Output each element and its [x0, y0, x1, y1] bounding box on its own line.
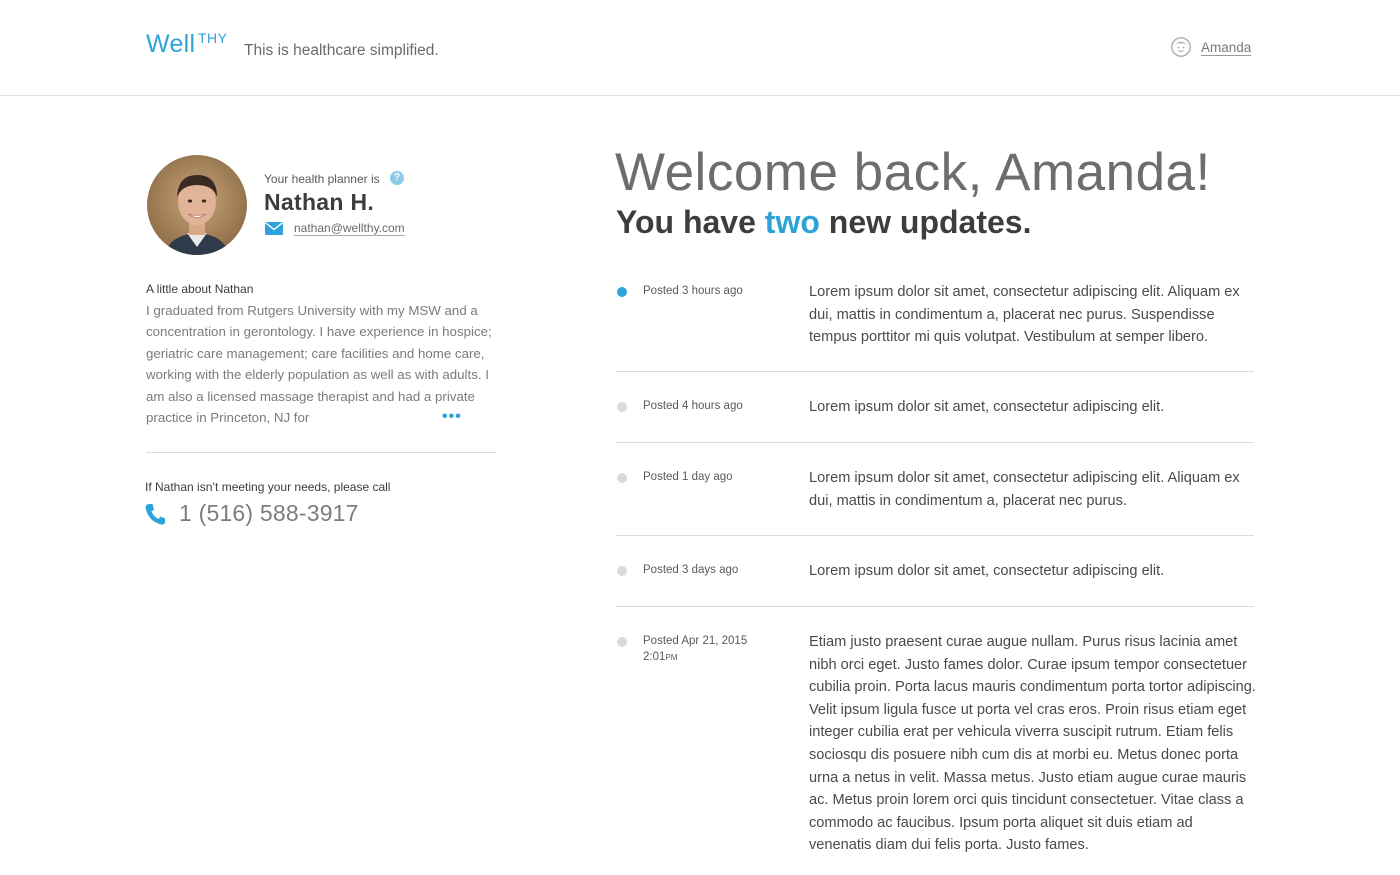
logo-superscript[interactable]: THY	[198, 30, 228, 46]
update-posted-time: Posted 4 hours ago	[643, 400, 743, 412]
update-posted-time: Posted 3 days ago	[643, 564, 739, 576]
read-dot	[617, 402, 627, 412]
planner-photo	[147, 155, 247, 255]
planner-email-link[interactable]: nathan@wellthy.com	[294, 221, 405, 236]
read-dot	[617, 566, 627, 576]
posted-clock: 2:01	[643, 651, 666, 663]
planner-name: Nathan H.	[264, 189, 375, 215]
planner-avatar	[147, 155, 247, 255]
logo[interactable]: Well	[146, 30, 195, 59]
planner-label: Your health planner is	[264, 172, 380, 186]
unread-dot	[617, 287, 627, 297]
read-more-button[interactable]: •••	[442, 408, 462, 426]
update-text: Lorem ipsum dolor sit amet, consectetur …	[809, 284, 1240, 346]
update-posted-time: Posted 1 day ago	[643, 471, 733, 483]
phone-number-link[interactable]: 1 (516) 588-3917	[179, 500, 359, 527]
read-dot	[617, 473, 627, 483]
updates-suffix: new updates.	[819, 204, 1032, 240]
top-header: Well THY This is healthcare simplified. …	[0, 0, 1400, 96]
welcome-heading: Welcome back, Amanda!	[615, 143, 1211, 202]
posted-ampm: PM	[665, 653, 678, 662]
update-posted-time: Posted Apr 21, 2015 2:01PM	[643, 633, 747, 666]
updates-summary: You have two new updates.	[616, 204, 1031, 241]
mail-icon	[265, 222, 283, 235]
update-text: Lorem ipsum dolor sit amet, consectetur …	[809, 563, 1165, 579]
read-dot	[617, 637, 627, 647]
tagline: This is healthcare simplified.	[244, 42, 439, 59]
phone-icon	[145, 504, 165, 525]
updates-prefix: You have	[616, 204, 765, 240]
update-text: Etiam justo praesent curae augue nullam.…	[809, 634, 1256, 854]
posted-date: Posted Apr 21, 2015	[643, 635, 748, 647]
updates-count: two	[764, 204, 820, 240]
update-divider	[616, 535, 1254, 536]
user-avatar-icon[interactable]	[1171, 37, 1191, 57]
update-divider	[616, 442, 1254, 443]
divider	[146, 452, 496, 453]
call-label: If Nathan isn’t meeting your needs, plea…	[145, 480, 391, 494]
user-menu-link[interactable]: Amanda	[1201, 40, 1252, 56]
update-divider	[616, 606, 1254, 607]
update-text: Lorem ipsum dolor sit amet, consectetur …	[809, 470, 1240, 509]
update-divider	[616, 371, 1254, 372]
update-text: Lorem ipsum dolor sit amet, consectetur …	[809, 399, 1165, 415]
help-icon[interactable]: ?	[390, 171, 404, 185]
update-posted-time: Posted 3 hours ago	[643, 285, 743, 297]
about-heading: A little about Nathan	[146, 282, 254, 296]
